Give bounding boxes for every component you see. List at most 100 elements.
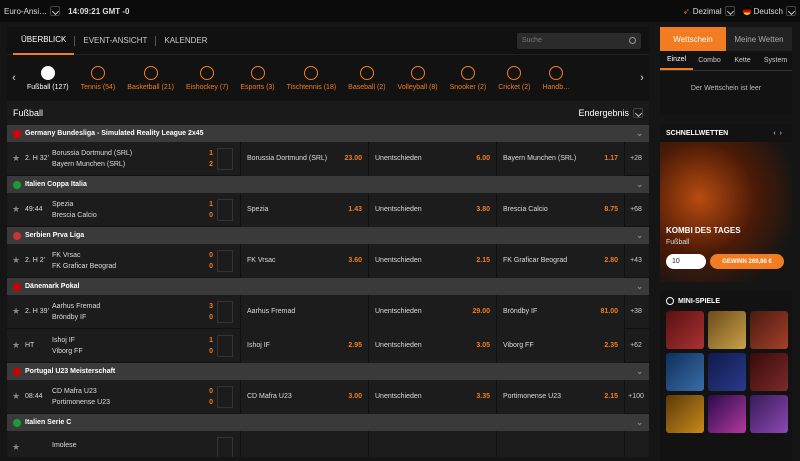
region-selector[interactable]: Euro-Ansi…: [4, 6, 61, 16]
league-header[interactable]: Italien Serie C ⌄: [7, 414, 649, 431]
sport-item[interactable]: Baseball (2): [342, 55, 391, 101]
odd-home-button[interactable]: [241, 430, 369, 457]
chevron-down-icon[interactable]: [633, 108, 643, 118]
away-team[interactable]: Bayern Munchen (SRL): [52, 161, 187, 168]
more-markets-button[interactable]: +43: [625, 244, 647, 278]
more-markets-button[interactable]: +100: [625, 380, 647, 414]
odd-away-button[interactable]: Brescia Calcio 8.75: [497, 192, 625, 227]
odd-away-button[interactable]: [497, 430, 625, 457]
chevron-down-icon[interactable]: ⌄: [636, 282, 643, 291]
carousel-arrows-icon[interactable]: ‹›: [773, 130, 786, 137]
tab-chain[interactable]: Kette: [726, 51, 759, 70]
league-header[interactable]: Portugal U23 Meisterschaft ⌄: [7, 363, 649, 380]
sport-item[interactable]: Tischtennis (18): [281, 55, 343, 101]
more-markets-button[interactable]: +28: [625, 142, 647, 176]
tab-overview[interactable]: ÜBERBLICK: [13, 27, 75, 55]
star-icon[interactable]: ★: [7, 391, 25, 402]
odd-home-button[interactable]: Borussia Dortmund (SRL) 23.00: [241, 141, 369, 176]
home-team[interactable]: Aarhus Fremad: [52, 303, 187, 310]
sport-item[interactable]: Esports (3): [234, 55, 280, 101]
home-team[interactable]: CD Mafra U23: [52, 388, 187, 395]
odd-home-button[interactable]: FK Vrsac 3.60: [241, 243, 369, 278]
home-team[interactable]: Imolese: [52, 442, 187, 449]
chevron-down-icon[interactable]: ⌄: [636, 129, 643, 138]
search-icon[interactable]: [629, 37, 636, 44]
league-header[interactable]: Italien Coppa Italia ⌄: [7, 176, 649, 193]
chevron-left-icon[interactable]: ‹: [7, 72, 21, 84]
chevron-down-icon[interactable]: [724, 6, 735, 16]
odd-away-button[interactable]: Bayern Munchen (SRL) 1.17: [497, 141, 625, 176]
win-button[interactable]: GEWINN 269,86 €: [710, 254, 784, 269]
league-header[interactable]: Serbien Prva Liga ⌄: [7, 227, 649, 244]
chevron-down-icon[interactable]: ⌄: [636, 367, 643, 376]
more-markets-button[interactable]: +38: [625, 295, 647, 329]
odd-draw-button[interactable]: Unentschieden 3.05: [369, 328, 497, 363]
chevron-down-icon[interactable]: ⌄: [636, 180, 643, 189]
game-tile[interactable]: [708, 353, 746, 391]
star-icon[interactable]: ★: [7, 340, 25, 351]
star-icon[interactable]: ★: [7, 204, 25, 215]
market-selector[interactable]: Endergebnis: [578, 108, 643, 118]
odd-away-button[interactable]: Portimonense U23 2.15: [497, 379, 625, 414]
chevron-down-icon[interactable]: ⌄: [636, 231, 643, 240]
sport-item[interactable]: Volleyball (8): [392, 55, 444, 101]
odd-draw-button[interactable]: Unentschieden 3.80: [369, 192, 497, 227]
live-tracker-icon[interactable]: [217, 436, 233, 457]
odd-draw-button[interactable]: Unentschieden 6.00: [369, 141, 497, 176]
away-team[interactable]: Viborg FF: [52, 348, 187, 355]
star-icon[interactable]: ★: [7, 442, 25, 453]
odd-draw-button[interactable]: [369, 430, 497, 457]
odd-draw-button[interactable]: Unentschieden 2.15: [369, 243, 497, 278]
sport-item[interactable]: Tennis (54): [75, 55, 122, 101]
live-tracker-icon[interactable]: [217, 300, 233, 323]
away-team[interactable]: Brescia Calcio: [52, 212, 187, 219]
game-tile[interactable]: [666, 395, 704, 433]
home-team[interactable]: Spezia: [52, 201, 187, 208]
odd-home-button[interactable]: CD Mafra U23 3.00: [241, 379, 369, 414]
star-icon[interactable]: ★: [7, 306, 25, 317]
away-team[interactable]: Bröndby IF: [52, 314, 187, 321]
odd-away-button[interactable]: Viborg FF 2.35: [497, 328, 625, 363]
sport-item[interactable]: Eishockey (7): [180, 55, 234, 101]
live-tracker-icon[interactable]: [217, 334, 233, 357]
chevron-down-icon[interactable]: [786, 6, 796, 16]
chevron-right-icon[interactable]: ›: [635, 72, 649, 84]
tab-calendar[interactable]: KALENDER: [156, 27, 215, 55]
game-tile[interactable]: [750, 353, 788, 391]
odd-home-button[interactable]: Ishoj IF 2.95: [241, 328, 369, 363]
chevron-down-icon[interactable]: [50, 6, 61, 16]
game-tile[interactable]: [666, 353, 704, 391]
live-tracker-icon[interactable]: [217, 147, 233, 170]
tab-system[interactable]: System: [759, 51, 792, 70]
game-tile[interactable]: [750, 395, 788, 433]
sport-item[interactable]: Fußball (127): [21, 55, 75, 101]
star-icon[interactable]: ★: [7, 255, 25, 266]
sport-item[interactable]: Cricket (2): [492, 55, 536, 101]
tab-betslip[interactable]: Wettschein: [660, 27, 726, 51]
star-icon[interactable]: ★: [7, 153, 25, 164]
promo-card[interactable]: KOMBI DES TAGES Fußball 10 GEWINN 269,86…: [660, 142, 792, 282]
more-markets-button[interactable]: +62: [625, 329, 647, 363]
away-team[interactable]: FK Graficar Beograd: [52, 263, 187, 270]
game-tile[interactable]: [708, 395, 746, 433]
live-tracker-icon[interactable]: [217, 249, 233, 272]
search-input[interactable]: Suche: [517, 32, 641, 49]
game-tile[interactable]: [708, 311, 746, 349]
more-markets-button[interactable]: +68: [625, 193, 647, 227]
sport-item[interactable]: Basketball (21): [121, 55, 180, 101]
home-team[interactable]: Borussia Dortmund (SRL): [52, 150, 187, 157]
league-header[interactable]: Germany Bundesliga - Simulated Reality L…: [7, 125, 649, 142]
odd-away-button[interactable]: FK Graficar Beograd 2.80: [497, 243, 625, 278]
odd-home-button[interactable]: Aarhus Fremad: [241, 294, 369, 329]
live-tracker-icon[interactable]: [217, 198, 233, 221]
odds-format-selector[interactable]: ➶ Dezimal: [683, 6, 735, 16]
odd-away-button[interactable]: Bröndby IF 81.00: [497, 294, 625, 329]
odd-draw-button[interactable]: Unentschieden 3.35: [369, 379, 497, 414]
game-tile[interactable]: [750, 311, 788, 349]
home-team[interactable]: Ishoj IF: [52, 337, 187, 344]
home-team[interactable]: FK Vrsac: [52, 252, 187, 259]
stake-select[interactable]: 10: [666, 254, 706, 269]
more-markets-button[interactable]: [625, 431, 647, 458]
live-tracker-icon[interactable]: [217, 385, 233, 408]
league-header[interactable]: Dänemark Pokal ⌄: [7, 278, 649, 295]
